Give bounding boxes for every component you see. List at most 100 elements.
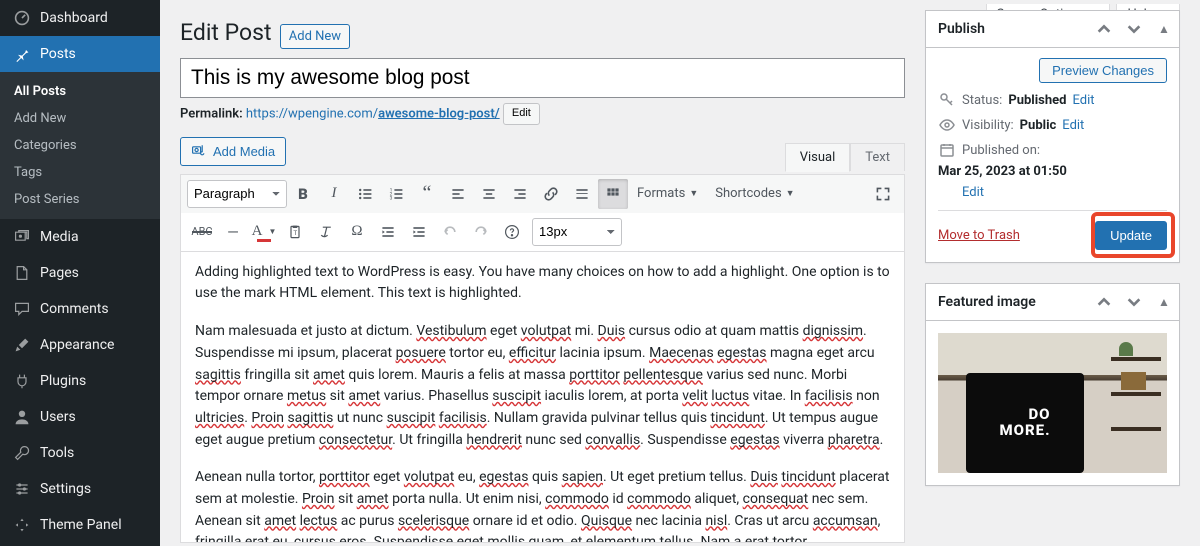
key-icon [938,92,956,108]
preview-changes-button[interactable]: Preview Changes [1039,58,1167,83]
dd-label: Shortcodes [715,186,781,201]
chevron-down-icon: ▼ [786,188,795,199]
move-up-button[interactable] [1089,11,1119,47]
clear-format-button[interactable] [311,217,341,247]
update-button[interactable]: Update [1095,221,1167,250]
menu-media[interactable]: Media [0,219,160,255]
tab-visual[interactable]: Visual [785,143,851,172]
align-left-button[interactable] [443,179,473,209]
permalink-slug: awesome-blog-post/ [378,106,500,121]
visibility-value: Public [1020,118,1057,133]
align-center-button[interactable] [474,179,504,209]
paragraph: Nam malesuada et justo at dictum. Vestib… [195,321,890,451]
fullscreen-button[interactable] [868,179,898,209]
submenu-categories[interactable]: Categories [0,132,160,159]
menu-pages[interactable]: Pages [0,255,160,291]
add-new-button[interactable]: Add New [280,24,350,49]
move-to-trash-link[interactable]: Move to Trash [938,228,1020,243]
featured-image-thumbnail[interactable]: DOMORE. [938,333,1167,473]
post-title-input[interactable] [180,58,905,98]
postbox-title: Featured image [938,294,1036,310]
published-label: Published on: [962,143,1040,158]
menu-label: Plugins [40,373,86,389]
menu-comments[interactable]: Comments [0,291,160,327]
undo-button[interactable] [435,217,465,247]
strikethrough-button[interactable]: ABC [187,217,217,247]
menu-settings[interactable]: Settings [0,471,160,507]
formats-dropdown[interactable]: Formats▼ [629,179,706,209]
toggle-button[interactable]: ▲ [1149,11,1179,47]
status-label: Status: [962,93,1002,108]
edit-status-link[interactable]: Edit [1072,93,1094,108]
bullet-list-button[interactable] [350,179,380,209]
link-button[interactable] [536,179,566,209]
blockquote-button[interactable]: “ [412,179,442,209]
menu-label: Appearance [40,337,114,353]
shortcodes-dropdown[interactable]: Shortcodes ▼ [707,179,802,209]
align-right-button[interactable] [505,179,535,209]
eye-icon [938,117,956,133]
menu-label: Dashboard [40,10,108,26]
permalink-link[interactable]: https://wpengine.com/awesome-blog-post/ [246,106,500,121]
help-button[interactable] [497,217,527,247]
menu-users[interactable]: Users [0,399,160,435]
comment-icon [12,299,32,319]
postbox-title: Publish [938,21,985,37]
camera-music-icon [191,142,207,161]
hr-button[interactable]: — [218,217,248,247]
more-button[interactable] [567,179,597,209]
edit-date-link[interactable]: Edit [962,185,1167,200]
paragraph: Aenean nulla tortor, porttitor eget volu… [195,467,890,542]
svg-text:3: 3 [390,195,393,201]
editor-content[interactable]: Adding highlighted text to WordPress is … [181,252,904,542]
move-up-button[interactable] [1089,284,1119,320]
menu-tools[interactable]: Tools [0,435,160,471]
pin-icon [12,44,32,64]
move-down-button[interactable] [1119,284,1149,320]
dd-label: Formats [637,186,685,201]
submenu-post-series[interactable]: Post Series [0,186,160,213]
bold-button[interactable]: B [288,179,318,209]
menu-label: Settings [40,481,91,497]
user-icon [12,407,32,427]
plug-icon [12,371,32,391]
toolbar-toggle-button[interactable] [598,179,628,209]
fontsize-select[interactable]: 13px [532,218,622,246]
edit-visibility-link[interactable]: Edit [1062,118,1084,133]
menu-plugins[interactable]: Plugins [0,363,160,399]
menu-theme-panel[interactable]: Theme Panel [0,507,160,543]
menu-dashboard[interactable]: Dashboard [0,0,160,36]
admin-sidebar: Dashboard Posts All Posts Add New Catego… [0,0,160,546]
menu-label: Media [40,229,79,245]
svg-text:T: T [293,229,297,237]
edit-permalink-button[interactable]: Edit [503,103,540,125]
outdent-button[interactable] [373,217,403,247]
number-list-button[interactable]: 123 [381,179,411,209]
menu-appearance[interactable]: Appearance [0,327,160,363]
submenu-add-new[interactable]: Add New [0,105,160,132]
permalink-base: https://wpengine.com/ [246,106,378,121]
paste-text-button[interactable]: T [280,217,310,247]
menu-posts[interactable]: Posts [0,36,160,72]
submenu-tags[interactable]: Tags [0,159,160,186]
toggle-button[interactable]: ▲ [1149,284,1179,320]
add-media-button[interactable]: Add Media [180,137,286,166]
visibility-label: Visibility: [962,118,1014,133]
submenu-all-posts[interactable]: All Posts [0,78,160,105]
text-color-button[interactable]: A▼ [249,217,279,247]
move-down-button[interactable] [1119,11,1149,47]
brush-icon [12,335,32,355]
arrows-icon [12,515,32,535]
tab-text[interactable]: Text [850,143,905,171]
pages-icon [12,263,32,283]
redo-button[interactable] [466,217,496,247]
format-select[interactable]: Paragraph [187,180,287,208]
special-char-button[interactable]: Ω [342,217,372,247]
indent-button[interactable] [404,217,434,247]
publish-box: Publish ▲ Preview Changes Status: Publis [925,10,1180,263]
permalink-label: Permalink: [180,106,243,121]
editor-box: Visual Text Paragraph B I 123 “ [180,174,905,543]
featured-image-box: Featured image ▲ DOMORE. [925,283,1180,486]
italic-button[interactable]: I [319,179,349,209]
permalink-row: Permalink: https://wpengine.com/awesome-… [180,103,905,125]
